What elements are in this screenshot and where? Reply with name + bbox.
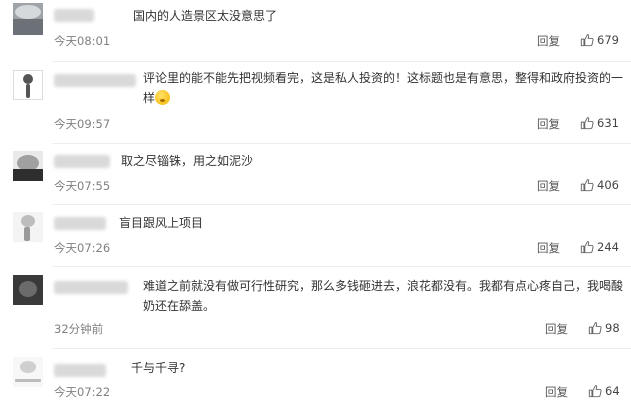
comment-text: 国内的人造景区太没意思了 — [133, 9, 278, 23]
reply-button[interactable]: 回复 — [537, 240, 560, 256]
username-blurred[interactable] — [54, 364, 106, 377]
reply-button[interactable]: 回复 — [537, 33, 560, 49]
username-blurred[interactable] — [54, 155, 110, 168]
avatar[interactable] — [13, 275, 43, 305]
reply-button[interactable]: 回复 — [545, 384, 568, 400]
like-button[interactable]: 631 — [580, 116, 619, 130]
like-count: 631 — [597, 116, 619, 130]
like-count: 98 — [605, 321, 620, 335]
avatar[interactable] — [13, 357, 43, 387]
like-button[interactable]: 679 — [580, 33, 619, 47]
comment-time: 32分钟前 — [54, 322, 104, 336]
divider — [52, 143, 631, 144]
username-blurred[interactable] — [54, 9, 94, 22]
comment-time: 今天07:22 — [54, 385, 111, 399]
thumbs-up-icon — [588, 322, 602, 335]
like-count: 679 — [597, 33, 619, 47]
comment-text-content: 评论里的能不能先把视频看完，这是私人投资的！这标题也是有意思，整得和政府投资的一… — [143, 71, 624, 105]
thumbs-up-icon — [580, 241, 594, 254]
comment-text: 千与千寻? — [131, 361, 186, 375]
thumbs-up-icon — [580, 117, 594, 130]
like-count: 64 — [605, 384, 620, 398]
divider — [52, 204, 631, 205]
comment-text: 难道之前就没有做可行性研究，那么多钱砸进去，浪花都没有。我都有点心疼自己，我喝酸… — [143, 279, 624, 313]
like-count: 406 — [597, 178, 619, 192]
comment-time: 今天09:57 — [54, 117, 111, 131]
comment-time: 今天08:01 — [54, 34, 111, 48]
reply-button[interactable]: 回复 — [545, 321, 568, 337]
avatar[interactable] — [13, 70, 43, 100]
like-button[interactable]: 98 — [588, 321, 620, 335]
avatar[interactable] — [13, 212, 43, 242]
reply-button[interactable]: 回复 — [537, 178, 560, 194]
reply-button[interactable]: 回复 — [537, 116, 560, 132]
thumbs-up-icon — [588, 385, 602, 398]
astonished-face-icon — [155, 90, 171, 105]
thumbs-up-icon — [580, 179, 594, 192]
divider — [52, 266, 631, 267]
like-button[interactable]: 64 — [588, 384, 620, 398]
comment-time: 今天07:26 — [54, 241, 111, 255]
comment-text: 取之尽锱铢，用之如泥沙 — [121, 154, 254, 168]
like-button[interactable]: 244 — [580, 240, 619, 254]
like-button[interactable]: 406 — [580, 178, 619, 192]
username-blurred[interactable] — [54, 217, 106, 230]
divider — [52, 348, 631, 349]
divider — [52, 61, 631, 62]
comment-text: 评论里的能不能先把视频看完，这是私人投资的！这标题也是有意思，整得和政府投资的一… — [143, 68, 623, 108]
thumbs-up-icon — [580, 34, 594, 47]
username-blurred[interactable] — [54, 281, 128, 294]
avatar[interactable] — [13, 3, 43, 35]
username-blurred[interactable] — [54, 74, 136, 87]
like-count: 244 — [597, 240, 619, 254]
comment-text: 盲目跟风上项目 — [119, 216, 204, 230]
avatar[interactable] — [13, 151, 43, 181]
comment-time: 今天07:55 — [54, 179, 111, 193]
